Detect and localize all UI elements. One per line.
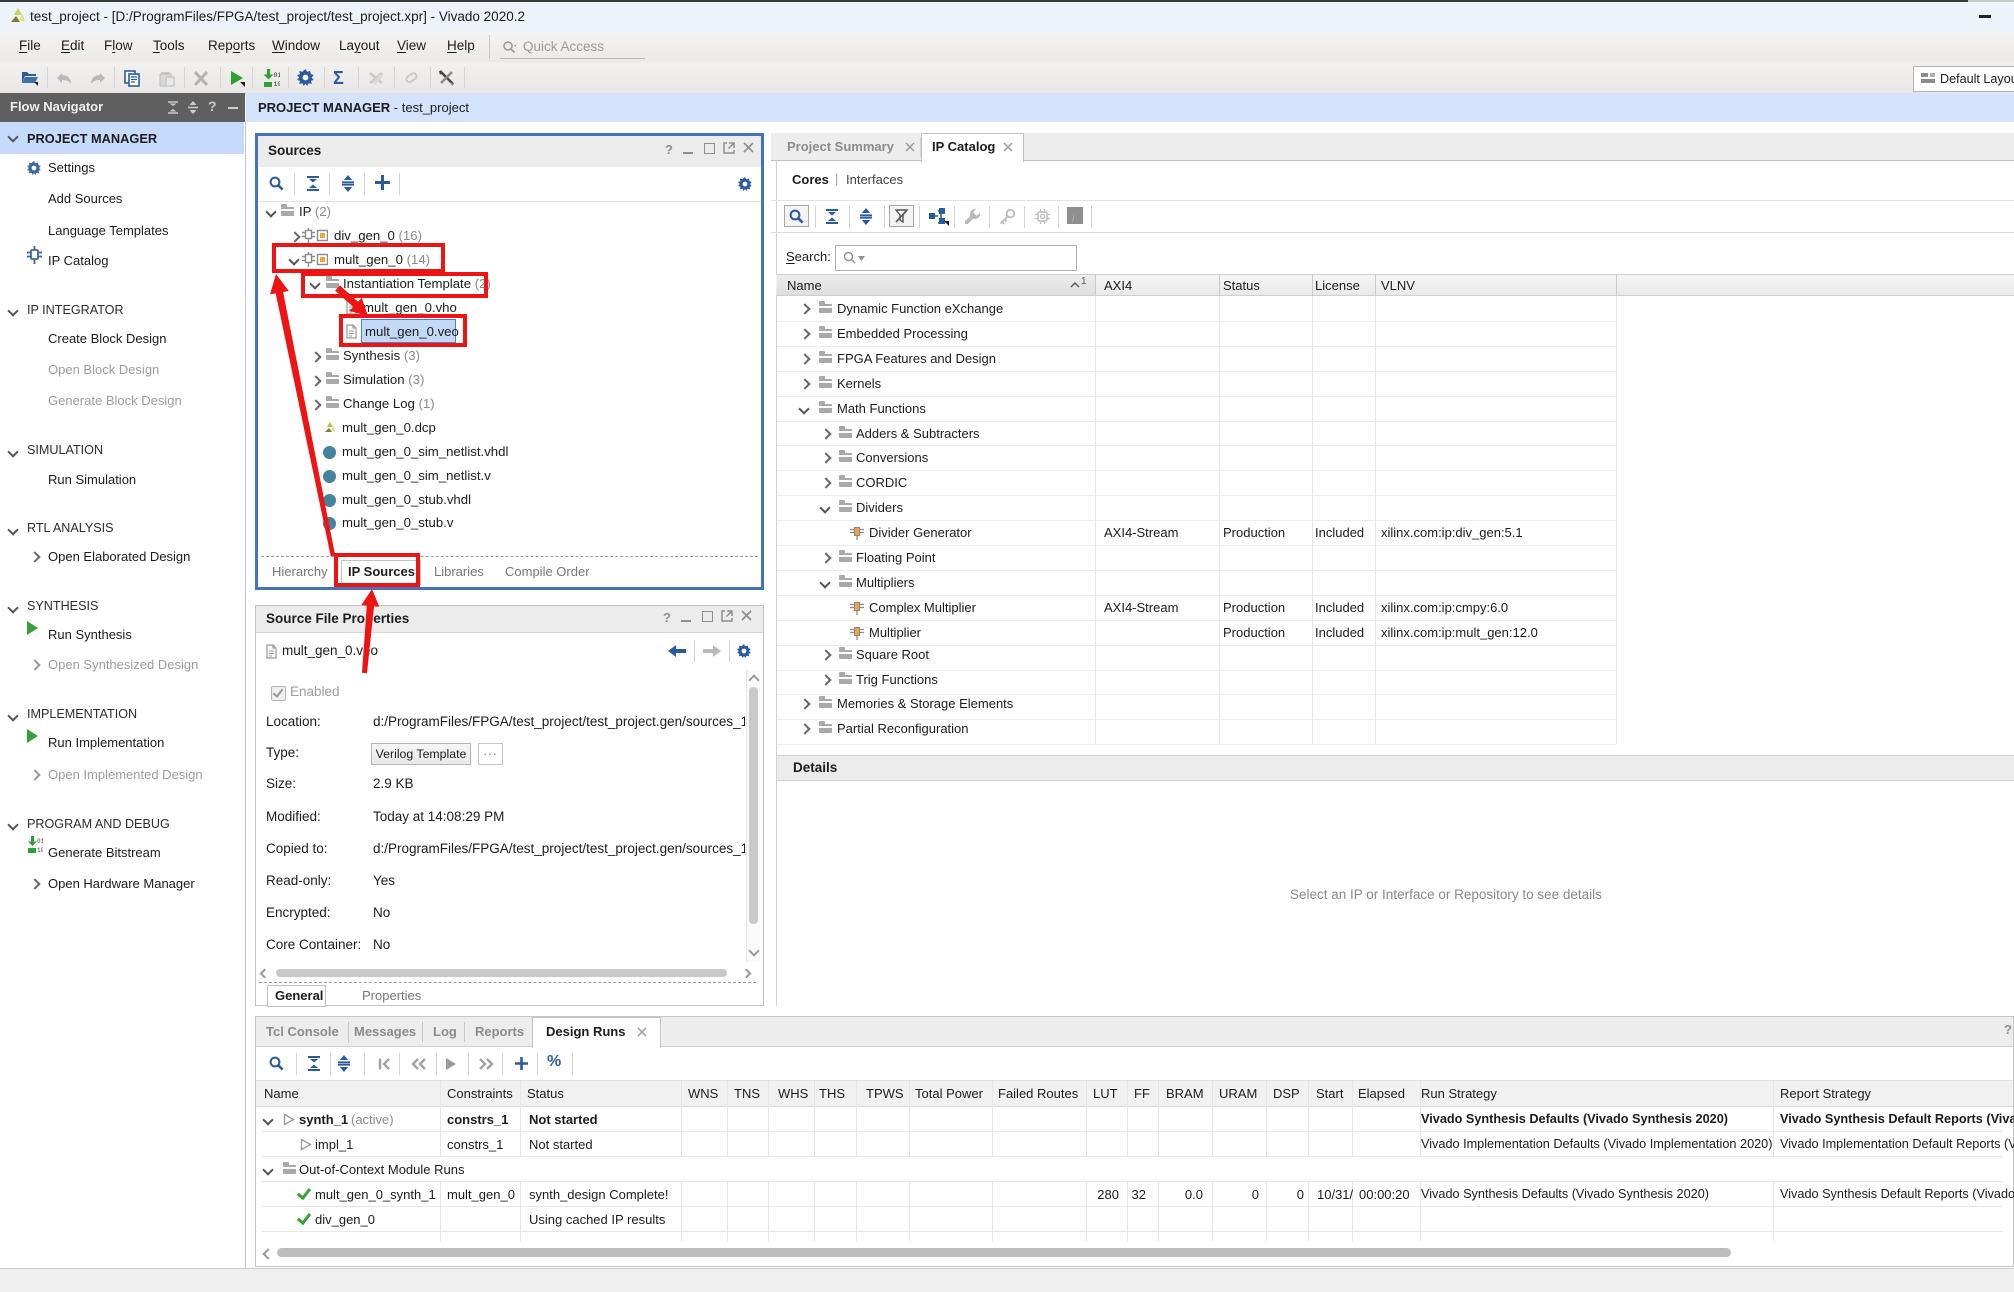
svg-text:10: 10 (274, 81, 281, 87)
svg-text:10: 10 (37, 847, 43, 854)
svg-text:01: 01 (37, 838, 43, 845)
svg-text:01: 01 (274, 72, 281, 79)
